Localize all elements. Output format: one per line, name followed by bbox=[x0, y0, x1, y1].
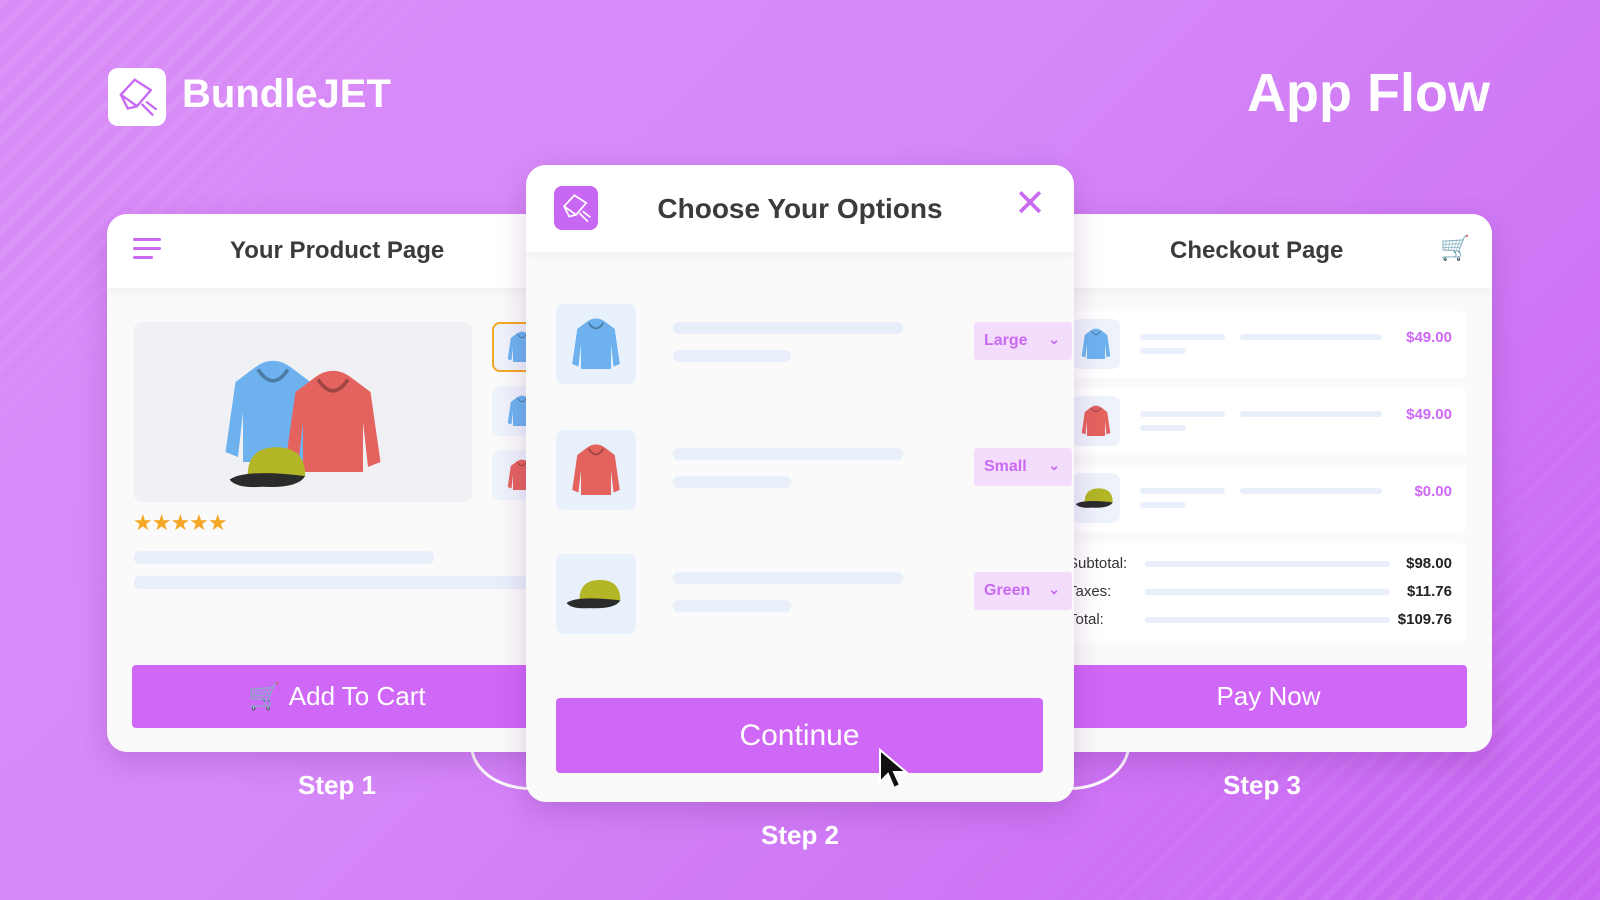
cart-item: $49.00 bbox=[1072, 311, 1466, 378]
size-select[interactable]: Small ⌄ bbox=[974, 448, 1072, 486]
size-select[interactable]: Large ⌄ bbox=[974, 322, 1072, 360]
pay-now-button[interactable]: Pay Now bbox=[1050, 665, 1467, 728]
checkout-page-card: Checkout Page 🛒 $49.00 $49.00 $0.00 Subt… bbox=[1030, 214, 1492, 752]
cart-icon: 🛒 bbox=[248, 681, 281, 711]
options-modal: Choose Your Options ✕ Large ⌄ Small ⌄ Gree… bbox=[526, 165, 1074, 802]
item-price: $49.00 bbox=[1406, 406, 1452, 423]
chevron-down-icon: ⌄ bbox=[1048, 457, 1060, 473]
cart-icon[interactable]: 🛒 bbox=[1440, 234, 1470, 263]
jet-box-icon bbox=[114, 74, 160, 120]
cart-item: $0.00 bbox=[1072, 465, 1466, 532]
color-select[interactable]: Green ⌄ bbox=[974, 572, 1072, 610]
text-placeholder bbox=[134, 551, 434, 564]
item-price: $0.00 bbox=[1414, 483, 1452, 500]
cap-image bbox=[226, 440, 316, 494]
star-rating: ★★★★★ bbox=[133, 510, 228, 535]
step-label: Step 3 bbox=[1222, 770, 1302, 800]
hamburger-icon[interactable] bbox=[133, 238, 161, 259]
order-summary: Subtotal: $98.00 Taxes: $11.76 Total: $109.… bbox=[1068, 543, 1466, 643]
brand-name: BundleJET bbox=[182, 72, 391, 116]
chevron-down-icon: ⌄ bbox=[1048, 581, 1060, 597]
card-title: Your Product Page bbox=[230, 237, 445, 264]
page-heading: App Flow bbox=[1247, 63, 1490, 123]
close-icon[interactable]: ✕ bbox=[1014, 185, 1046, 223]
card-title: Checkout Page bbox=[1170, 237, 1344, 264]
mouse-cursor-icon bbox=[879, 748, 909, 790]
modal-title: Choose Your Options bbox=[657, 192, 943, 224]
step-label: Step 2 bbox=[760, 820, 840, 850]
product-image bbox=[134, 322, 472, 502]
step-label: Step 1 bbox=[297, 770, 377, 800]
brand-logo bbox=[108, 68, 166, 126]
cart-item: $49.00 bbox=[1072, 388, 1466, 455]
continue-button[interactable]: Continue bbox=[556, 698, 1043, 773]
chevron-down-icon: ⌄ bbox=[1048, 331, 1060, 347]
item-price: $49.00 bbox=[1406, 329, 1452, 346]
